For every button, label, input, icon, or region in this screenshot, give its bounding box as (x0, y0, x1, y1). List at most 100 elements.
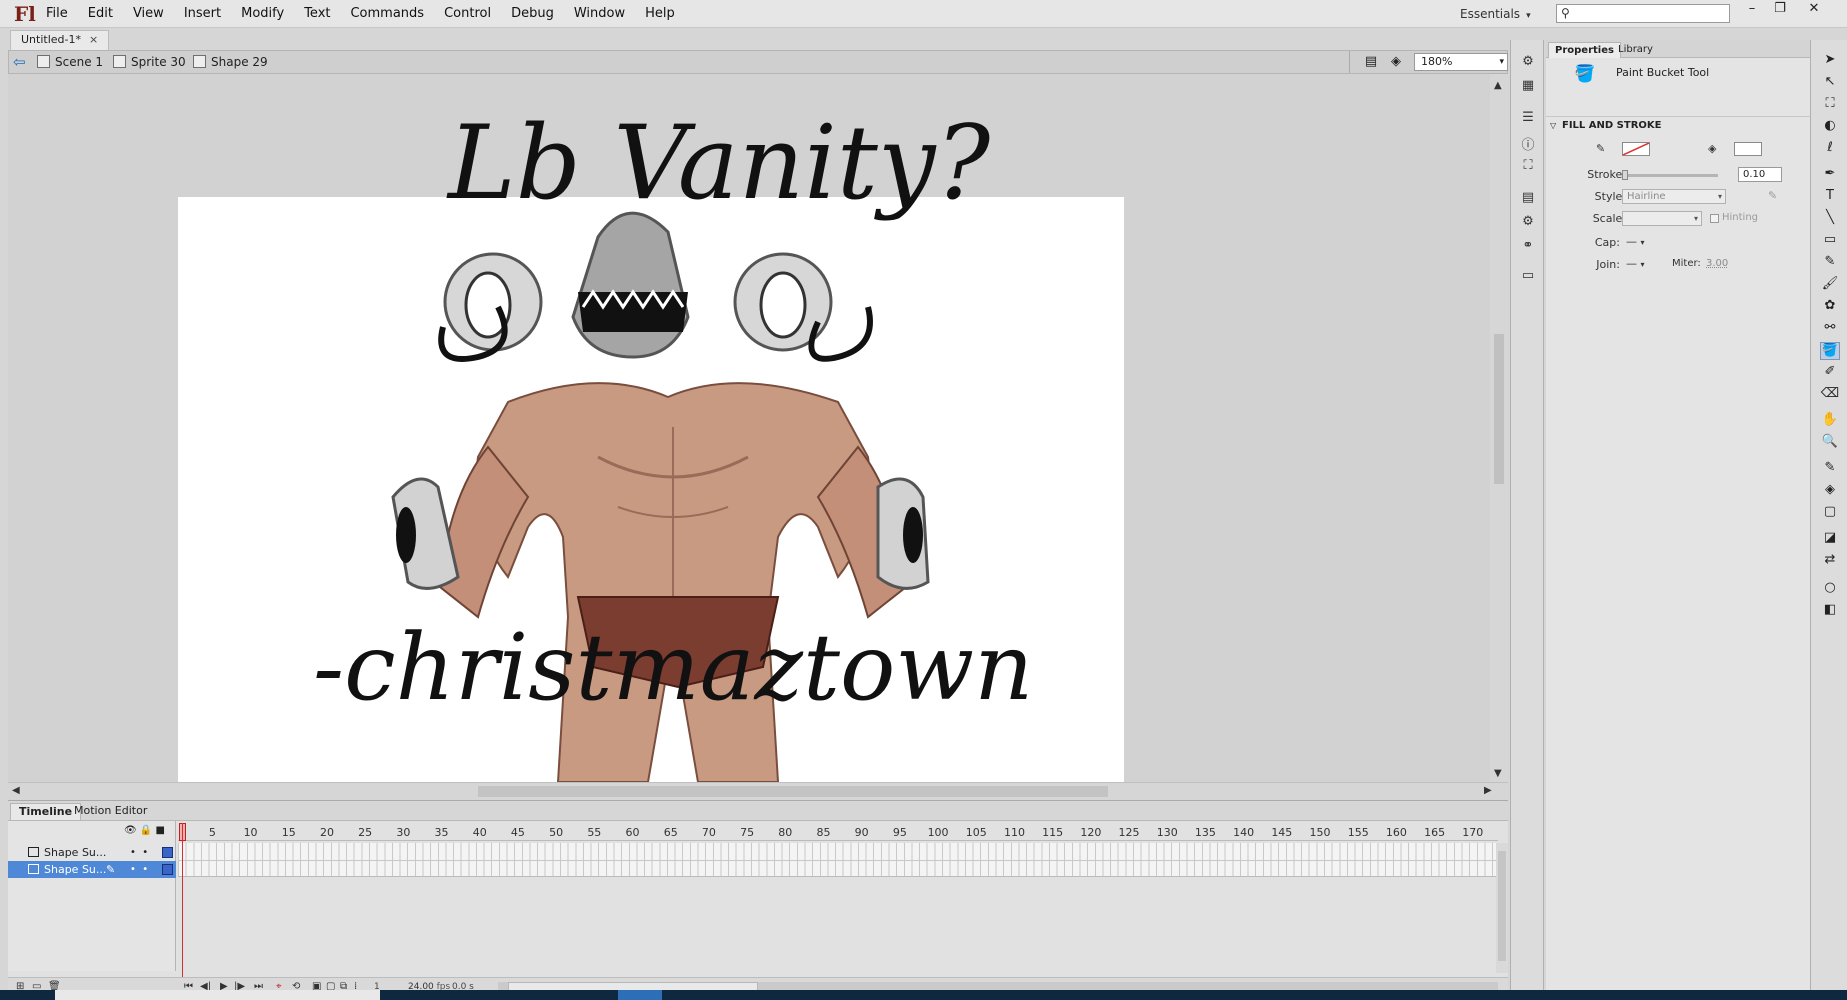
stage-signature-text[interactable]: -christmaztown (313, 614, 1033, 721)
code-snippets-icon[interactable]: ▤ (1518, 190, 1538, 208)
menu-insert[interactable]: Insert (174, 0, 231, 28)
fill-swatch-icon[interactable]: ▢ (1820, 504, 1840, 522)
menu-help[interactable]: Help (635, 0, 685, 28)
menu-modify[interactable]: Modify (231, 0, 294, 28)
fill-color-swatch[interactable] (1734, 142, 1762, 156)
taskbar-item[interactable] (55, 990, 380, 1000)
swap-colors-icon[interactable]: ⇄ (1820, 552, 1840, 570)
pen-tool-icon[interactable]: ✒ (1820, 166, 1840, 184)
layer-name: Shape Su... (44, 846, 107, 859)
workspace-switcher[interactable]: Essentials ▾ (1460, 0, 1531, 28)
timeline-vertical-scrollbar[interactable] (1496, 843, 1508, 973)
join-select[interactable]: — ▾ (1626, 257, 1645, 270)
menu-window[interactable]: Window (564, 0, 635, 28)
history-icon[interactable]: ▭ (1518, 268, 1538, 286)
scroll-up-icon[interactable]: ▲ (1494, 80, 1502, 91)
stroke-width-field[interactable]: 0.10 (1738, 167, 1782, 182)
frame-ruler[interactable]: 5 10 15 20 25 30 35 40 45 50 55 60 65 70 75 80 85 90 95 100… (178, 823, 1498, 841)
stroke-color-tool-icon[interactable]: ✎ (1820, 460, 1840, 478)
stage-pasteboard[interactable]: Lb Vanity? -christmaztown (8, 74, 1508, 782)
hand-tool-icon[interactable]: ✋ (1820, 412, 1840, 430)
components-icon[interactable]: ⚙ (1518, 214, 1538, 232)
rectangle-tool-icon[interactable]: ▭ (1820, 232, 1840, 250)
pencil-tool-icon[interactable]: ✎ (1820, 254, 1840, 272)
close-window-button[interactable]: ✕ (1800, 0, 1828, 18)
object-drawing-icon[interactable]: ○ (1820, 580, 1840, 598)
collapse-triangle-icon[interactable]: ▽ (1550, 117, 1556, 135)
menu-text[interactable]: Text (294, 0, 340, 28)
menu-commands[interactable]: Commands (340, 0, 434, 28)
tab-library[interactable]: Library (1612, 42, 1659, 58)
hinting-checkbox[interactable] (1710, 214, 1719, 223)
line-tool-icon[interactable]: ╲ (1820, 210, 1840, 228)
menu-file[interactable]: File (36, 0, 78, 28)
scroll-thumb[interactable] (478, 786, 1108, 797)
selection-tool-icon[interactable]: ➤ (1820, 52, 1840, 70)
stroke-slider-track[interactable] (1622, 174, 1718, 177)
stroke-style-select[interactable]: Hairline ▾ (1622, 189, 1726, 204)
document-tab[interactable]: Untitled-1* × (10, 30, 110, 50)
taskbar-item-active[interactable] (618, 990, 662, 1000)
transform-icon[interactable]: ⛶ (1518, 158, 1538, 176)
cap-select[interactable]: — ▾ (1626, 235, 1645, 248)
stage-vertical-scrollbar[interactable]: ▲ ▼ (1490, 74, 1508, 782)
3d-rotation-tool-icon[interactable]: ◐ (1820, 118, 1840, 136)
menu-edit[interactable]: Edit (78, 0, 123, 28)
menu-control[interactable]: Control (434, 0, 501, 28)
minimize-button[interactable]: – (1738, 0, 1766, 18)
stroke-color-swatch[interactable] (1622, 142, 1650, 156)
layer-row-selected[interactable]: Shape Su... ✎ • • (8, 861, 176, 878)
scroll-right-icon[interactable]: ▶ (1484, 785, 1492, 796)
scroll-thumb[interactable] (1498, 851, 1506, 961)
fill-color-tool-icon[interactable]: ◈ (1820, 482, 1840, 500)
scroll-down-icon[interactable]: ▼ (1494, 768, 1502, 779)
zoom-tool-icon[interactable]: 🔍 (1820, 434, 1840, 452)
align-icon[interactable]: ☰ (1518, 110, 1538, 128)
breadcrumb-sprite[interactable]: Sprite 30 (113, 54, 186, 71)
black-white-icon[interactable]: ◪ (1820, 530, 1840, 548)
edit-scene-icon[interactable]: ▤ (1362, 54, 1380, 71)
subselection-tool-icon[interactable]: ↖ (1820, 74, 1840, 92)
menu-debug[interactable]: Debug (501, 0, 564, 28)
back-arrow-icon[interactable]: ⇦ (13, 53, 26, 71)
layer-visibility-dots[interactable]: • • (130, 844, 148, 861)
edit-symbols-icon[interactable]: ◈ (1387, 54, 1405, 71)
layer-row[interactable]: Shape Su... • • (8, 844, 176, 861)
restore-button[interactable]: ❐ (1766, 0, 1794, 18)
help-search-input[interactable]: ⚲ (1556, 4, 1730, 23)
edit-stroke-style-icon[interactable]: ✎ (1768, 189, 1777, 202)
breadcrumb-shape[interactable]: Shape 29 (193, 54, 268, 71)
fill-and-stroke-section-header[interactable]: ▽ FILL AND STROKE (1546, 116, 1810, 134)
eyedropper-tool-icon[interactable]: ✐ (1820, 364, 1840, 382)
free-transform-tool-icon[interactable]: ⛶ (1820, 96, 1840, 114)
eraser-tool-icon[interactable]: ⌫ (1820, 386, 1840, 404)
paint-bucket-tool-icon[interactable]: 🪣 (1820, 342, 1840, 360)
snap-icon[interactable]: ◧ (1820, 602, 1840, 620)
bone-tool-icon[interactable]: ⚯ (1820, 320, 1840, 338)
layer-outline-color[interactable] (162, 847, 173, 858)
layer-visibility-dots[interactable]: • • (130, 861, 148, 878)
menu-view[interactable]: View (123, 0, 174, 28)
info-icon[interactable]: ⓘ (1518, 134, 1538, 153)
layer-outline-color[interactable] (162, 864, 173, 875)
component-inspector-icon[interactable]: ⚭ (1518, 238, 1538, 256)
close-tab-icon[interactable]: × (89, 33, 98, 46)
scale-select[interactable]: ▾ (1622, 211, 1702, 226)
tab-motion-editor[interactable]: Motion Editor (66, 803, 155, 820)
breadcrumb-scene[interactable]: Scene 1 (37, 54, 103, 71)
text-tool-icon[interactable]: T (1820, 188, 1840, 206)
color-swatches-icon[interactable]: ▦ (1518, 78, 1538, 96)
tab-properties[interactable]: Properties (1548, 42, 1621, 58)
zoom-select[interactable]: 180% ▾ (1414, 53, 1508, 71)
scroll-left-icon[interactable]: ◀ (12, 785, 20, 796)
brush-tool-icon[interactable]: 🖌 (1820, 276, 1840, 294)
stage-title-text[interactable]: Lb Vanity? (448, 104, 990, 223)
stage-horizontal-scrollbar[interactable]: ◀ ▶ (8, 782, 1508, 800)
stroke-slider-knob[interactable] (1622, 170, 1628, 180)
scroll-thumb[interactable] (1494, 334, 1504, 484)
miter-value[interactable]: 3.00 (1706, 258, 1728, 269)
motion-presets-icon[interactable]: ⚙ (1518, 54, 1538, 72)
lasso-tool-icon[interactable]: ℓ (1820, 140, 1840, 158)
deco-tool-icon[interactable]: ✿ (1820, 298, 1840, 316)
layer-visibility-lock-outline-icons[interactable]: 👁 🔒 ■ (124, 825, 165, 836)
